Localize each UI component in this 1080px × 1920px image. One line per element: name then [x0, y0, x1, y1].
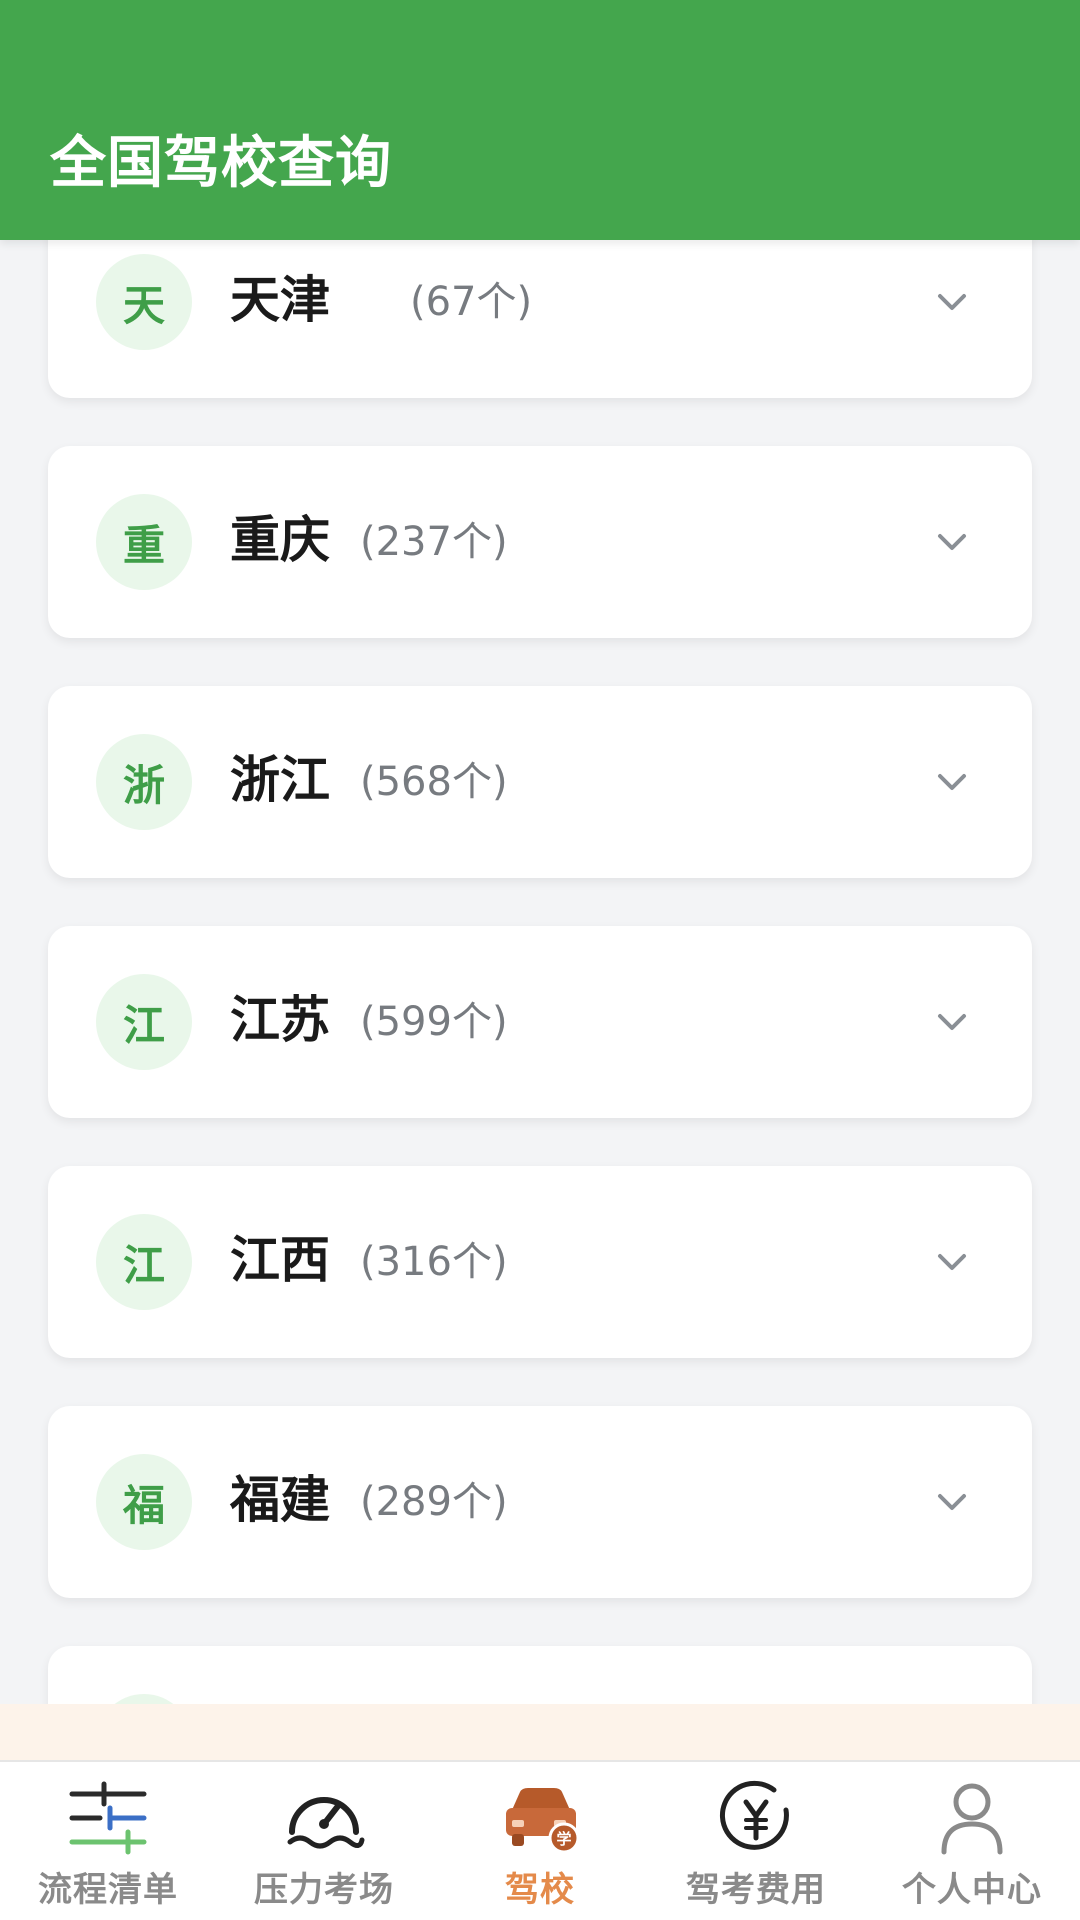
- school-count: (237个): [360, 519, 508, 565]
- school-count: (289个): [360, 1479, 508, 1525]
- car-school-icon: 学: [506, 1788, 580, 1854]
- school-count: (599个): [360, 999, 508, 1045]
- school-count: (568个): [360, 759, 508, 805]
- tab-label: 个人中心: [902, 1870, 1042, 1910]
- province-name: 浙江: [230, 751, 330, 809]
- svg-text:学: 学: [556, 1830, 571, 1848]
- province-name: 江苏: [230, 991, 330, 1049]
- province-initial-badge: 江: [96, 974, 192, 1070]
- province-initial-badge: 福: [96, 1454, 192, 1550]
- province-name: 福建: [230, 1471, 330, 1529]
- province-list[interactable]: 天 天津 (67个) 重 重庆 (237个) 浙 浙江 (568个) 江 江苏 …: [0, 0, 1080, 1705]
- tab-process-list[interactable]: 流程清单: [0, 1762, 216, 1920]
- chevron-down-icon[interactable]: [934, 284, 970, 320]
- chevron-down-icon[interactable]: [934, 1484, 970, 1520]
- province-initial-badge: 江: [96, 1214, 192, 1310]
- yuan-coin-icon: [719, 1780, 789, 1850]
- province-initial-badge: 重: [96, 494, 192, 590]
- tab-label: 驾考费用: [686, 1870, 826, 1910]
- user-icon: [941, 1783, 1003, 1855]
- speedometer-icon: [287, 1797, 365, 1849]
- province-card-partial[interactable]: [48, 1646, 1032, 1705]
- chevron-down-icon[interactable]: [934, 764, 970, 800]
- province-name: 天津: [230, 271, 330, 329]
- app-header: 全国驾校查询: [0, 0, 1080, 240]
- promo-strip: [0, 1704, 1080, 1760]
- tab-label: 压力考场: [254, 1870, 394, 1910]
- tab-driving-school[interactable]: 学 驾校: [432, 1762, 648, 1920]
- province-card-fujian[interactable]: 福 福建 (289个): [48, 1406, 1032, 1598]
- province-card-jiangxi[interactable]: 江 江西 (316个): [48, 1166, 1032, 1358]
- province-initial-badge: 天: [96, 254, 192, 350]
- tab-label: 驾校: [505, 1870, 575, 1910]
- tab-label: 流程清单: [38, 1870, 178, 1910]
- tab-pressure-exam[interactable]: 压力考场: [216, 1762, 432, 1920]
- tab-profile[interactable]: 个人中心: [864, 1762, 1080, 1920]
- bottom-tab-bar: 流程清单 压力考场 学 驾校 驾考费用 个人中心: [0, 1760, 1080, 1920]
- school-count: (67个): [410, 279, 533, 325]
- province-name: 重庆: [230, 511, 330, 569]
- chevron-down-icon[interactable]: [934, 1244, 970, 1280]
- sliders-icon: [69, 1781, 147, 1855]
- province-name: 江西: [230, 1231, 330, 1289]
- province-card-zhejiang[interactable]: 浙 浙江 (568个): [48, 686, 1032, 878]
- school-count: (316个): [360, 1239, 508, 1285]
- chevron-down-icon[interactable]: [934, 1004, 970, 1040]
- chevron-down-icon[interactable]: [934, 524, 970, 560]
- province-card-chongqing[interactable]: 重 重庆 (237个): [48, 446, 1032, 638]
- screen: 全国驾校查询 天 天津 (67个) 重 重庆 (237个) 浙 浙江 (568个…: [0, 0, 1080, 1920]
- page-title: 全国驾校查询: [50, 131, 392, 196]
- province-initial-badge: 浙: [96, 734, 192, 830]
- tab-exam-fees[interactable]: 驾考费用: [648, 1762, 864, 1920]
- province-card-jiangsu[interactable]: 江 江苏 (599个): [48, 926, 1032, 1118]
